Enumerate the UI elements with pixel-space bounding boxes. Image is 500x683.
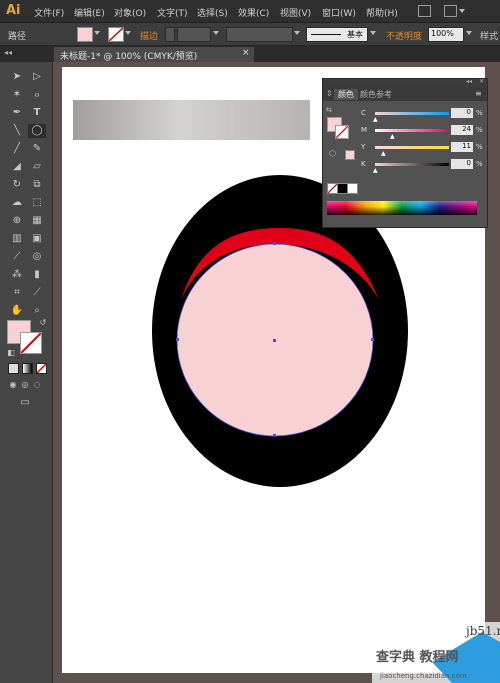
slider-value[interactable]: 24	[451, 125, 473, 135]
slider-m[interactable]: M ▲ 24 %	[323, 124, 487, 140]
slider-track[interactable]	[375, 112, 449, 115]
panel-title-bar[interactable]: ◂◂ ✕	[323, 78, 487, 87]
panel-tabs: ⇕ 颜色 颜色参考 ≡	[323, 87, 487, 101]
slider-track[interactable]	[375, 146, 449, 149]
panel-tab-arrows-icon[interactable]: ⇕	[326, 89, 333, 98]
center-point[interactable]	[273, 339, 276, 342]
color-panel: ◂◂ ✕ ⇕ 颜色 颜色参考 ≡ ⇆ ⬡ C ▲ 0 % M ▲ 24 % Y …	[322, 78, 488, 228]
anchor-point-bottom[interactable]	[273, 434, 276, 437]
spectrum-shade-overlay	[327, 201, 477, 215]
slider-y[interactable]: Y ▲ 11 %	[323, 141, 487, 157]
anchor-point-top[interactable]	[273, 242, 276, 245]
slider-track[interactable]	[375, 163, 449, 166]
anchor-point-right[interactable]	[371, 338, 374, 341]
slider-thumb[interactable]: ▲	[373, 167, 378, 174]
slider-track[interactable]	[375, 129, 449, 132]
slider-unit: %	[476, 109, 483, 117]
slider-k[interactable]: K ▲ 0 %	[323, 158, 487, 174]
slider-letter: M	[361, 126, 368, 134]
panel-close-icon[interactable]: ✕	[479, 78, 484, 85]
color-spectrum-bar[interactable]	[327, 201, 477, 215]
watermark: jb51.net 查字典 教程网 jiaocheng.chazidian.com	[372, 622, 500, 683]
slider-value[interactable]: 0	[451, 159, 473, 169]
slider-thumb[interactable]: ▲	[381, 150, 386, 157]
slider-unit: %	[476, 160, 483, 168]
panel-collapse-icon[interactable]: ◂◂	[466, 78, 472, 85]
slider-letter: K	[361, 160, 366, 168]
watermark-url: jiaocheng.chazidian.com	[380, 672, 467, 680]
watermark-title: 查字典 教程网	[376, 650, 459, 665]
white-swatch[interactable]	[347, 183, 358, 194]
slider-unit: %	[476, 143, 483, 151]
slider-unit: %	[476, 126, 483, 134]
slider-thumb[interactable]: ▲	[373, 116, 378, 123]
slider-value[interactable]: 11	[451, 142, 473, 152]
slider-thumb[interactable]: ▲	[390, 133, 395, 140]
slider-value[interactable]: 0	[451, 108, 473, 118]
tab-color[interactable]: 颜色	[334, 89, 358, 100]
panel-menu-icon[interactable]: ≡	[475, 89, 482, 98]
anchor-point-left[interactable]	[176, 338, 179, 341]
none-icon	[328, 184, 337, 193]
slider-letter: Y	[361, 143, 366, 151]
watermark-site: jb51.net	[466, 624, 500, 638]
tab-color-guide[interactable]: 颜色参考	[360, 89, 392, 100]
slider-c[interactable]: C ▲ 0 %	[323, 107, 487, 123]
slider-letter: C	[361, 109, 366, 117]
